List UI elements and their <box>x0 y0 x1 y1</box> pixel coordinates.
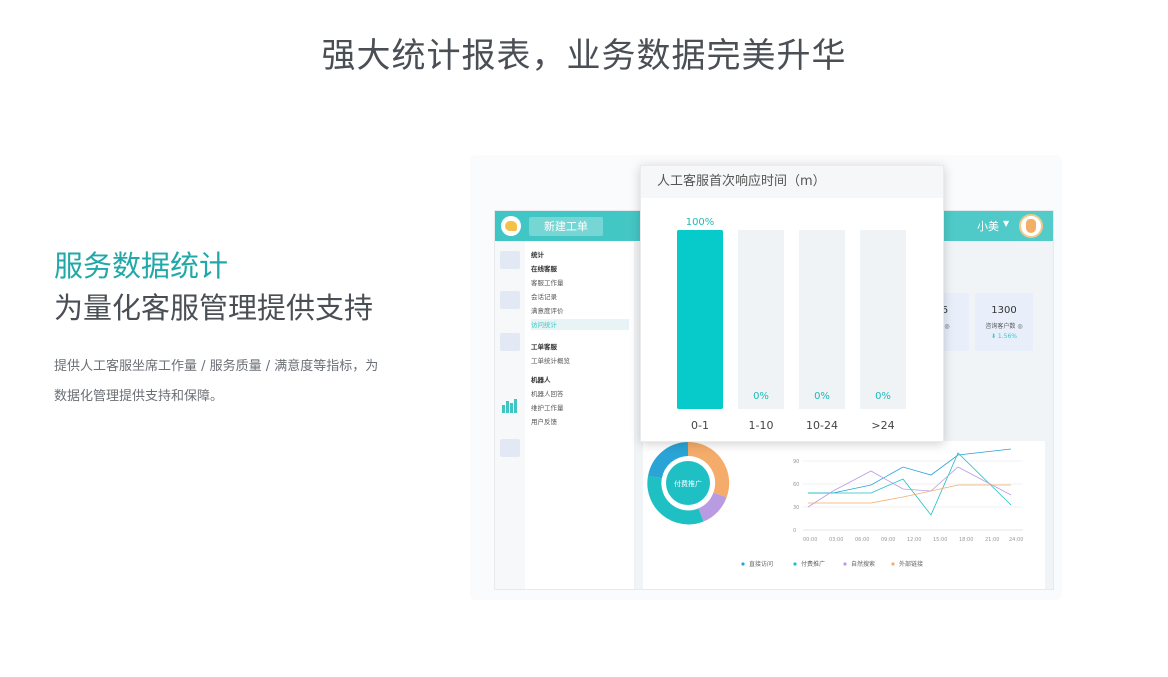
x-tick: 24:00 <box>1009 537 1023 543</box>
bar <box>677 230 723 409</box>
kpi-value: 1300 <box>991 305 1017 316</box>
y-tick: 90 <box>793 459 799 465</box>
x-tick: 00:00 <box>803 537 817 543</box>
bottom-chart-panel: 付费推广 90 60 30 0 00:00 03:00 06:00 09:00 … <box>643 441 1045 589</box>
app-logo-icon <box>501 216 521 236</box>
page-headline: 强大统计报表，业务数据完美升华 <box>321 36 847 76</box>
donut-label: 付费推广 <box>674 479 702 488</box>
feature-description: 提供人工客服坐席工作量 / 服务质量 / 满意度等指标，为数据化管理提供支持和保… <box>54 359 379 404</box>
feature-subtitle: 为量化客服管理提供支持 <box>54 291 374 325</box>
feature-title: 服务数据统计 <box>54 249 229 283</box>
kpi-delta: ⬇ 1.56% <box>991 333 1017 340</box>
line-chart: 90 60 30 0 00:00 03:00 06:00 09:00 12:00… <box>793 448 1023 543</box>
y-tick: 30 <box>793 505 799 511</box>
category-label: >24 <box>871 419 894 432</box>
kpi-label: 咨询客户数 ◎ <box>985 323 1023 330</box>
rail-nav-icon[interactable] <box>500 291 520 309</box>
stats-menu: 统计 在线客服 客服工作量 会话记录 满意度评价 访问统计 工单客服 工单统计概… <box>525 241 635 589</box>
user-name[interactable]: 小美 <box>977 218 999 234</box>
y-tick: 60 <box>793 482 799 488</box>
menu-item[interactable]: 满意度评价 <box>531 305 564 315</box>
x-tick: 06:00 <box>855 537 869 543</box>
feature-text: 服务数据统计 为量化客服管理提供支持 提供人工客服坐席工作量 / 服务质量 / … <box>54 246 394 412</box>
kpi-card: 1300 咨询客户数 ◎ ⬇ 1.56% <box>975 293 1033 351</box>
menu-item[interactable]: 维护工作量 <box>531 402 564 412</box>
menu-item[interactable]: 客服工作量 <box>531 277 564 287</box>
x-tick: 15:00 <box>933 537 947 543</box>
x-tick: 03:00 <box>829 537 843 543</box>
bar-track <box>860 230 906 409</box>
category-label: 0-1 <box>691 419 709 432</box>
bar-value-label: 0% <box>814 391 830 402</box>
bar-value-label: 0% <box>875 391 891 402</box>
x-tick: 09:00 <box>881 537 895 543</box>
donut-chart: 付费推广 <box>647 441 730 525</box>
menu-item[interactable]: 会话记录 <box>531 291 557 301</box>
rail-nav-icon[interactable] <box>500 333 520 351</box>
x-tick: 18:00 <box>959 537 973 543</box>
menu-item[interactable]: 用户反馈 <box>531 416 557 426</box>
bar-track <box>799 230 845 409</box>
legend-item: 外部链接 <box>899 560 923 568</box>
bar-track <box>738 230 784 409</box>
menu-item[interactable]: 机器人回答 <box>531 388 564 398</box>
legend-item: 自然搜索 <box>851 560 875 568</box>
new-ticket-button[interactable]: 新建工单 <box>529 217 603 236</box>
bar-value-label: 0% <box>753 391 769 402</box>
category-label: 10-24 <box>806 419 838 432</box>
menu-title: 统计 <box>531 251 544 259</box>
icon-rail <box>495 241 525 589</box>
menu-section-online: 在线客服 <box>531 265 557 273</box>
rail-nav-icon[interactable] <box>500 251 520 269</box>
legend-item: 付费推广 <box>801 560 825 568</box>
rail-nav-icon[interactable] <box>500 439 520 457</box>
response-time-bar-chart: 100% 0-1 0% 1-10 0% 10-24 0% >24 <box>677 217 906 432</box>
menu-item[interactable]: 工单统计概览 <box>531 355 570 365</box>
x-tick: 12:00 <box>907 537 921 543</box>
mini-charts: 付费推广 90 60 30 0 00:00 03:00 06:00 09:00 … <box>647 441 1023 568</box>
menu-section-robot: 机器人 <box>531 376 551 384</box>
line-legend: 直接访问 付费推广 自然搜索 外部链接 <box>741 560 923 568</box>
menu-section-ticket: 工单客服 <box>531 343 557 351</box>
legend-item: 直接访问 <box>749 560 773 568</box>
y-tick: 0 <box>793 528 796 534</box>
bar-chart-icon[interactable] <box>502 399 518 413</box>
x-tick: 21:00 <box>985 537 999 543</box>
menu-item-active[interactable]: 访问统计 <box>531 319 629 330</box>
chevron-down-icon[interactable]: ▼ <box>1003 219 1009 228</box>
popup-title: 人工客服首次响应时间（m） <box>641 166 943 198</box>
bar-value-label: 100% <box>686 217 715 228</box>
response-time-popup: 人工客服首次响应时间（m） 100% 0-1 0% 1-10 0% 10-24 0% >24 <box>640 165 944 442</box>
avatar[interactable] <box>1019 214 1043 238</box>
category-label: 1-10 <box>749 419 774 432</box>
